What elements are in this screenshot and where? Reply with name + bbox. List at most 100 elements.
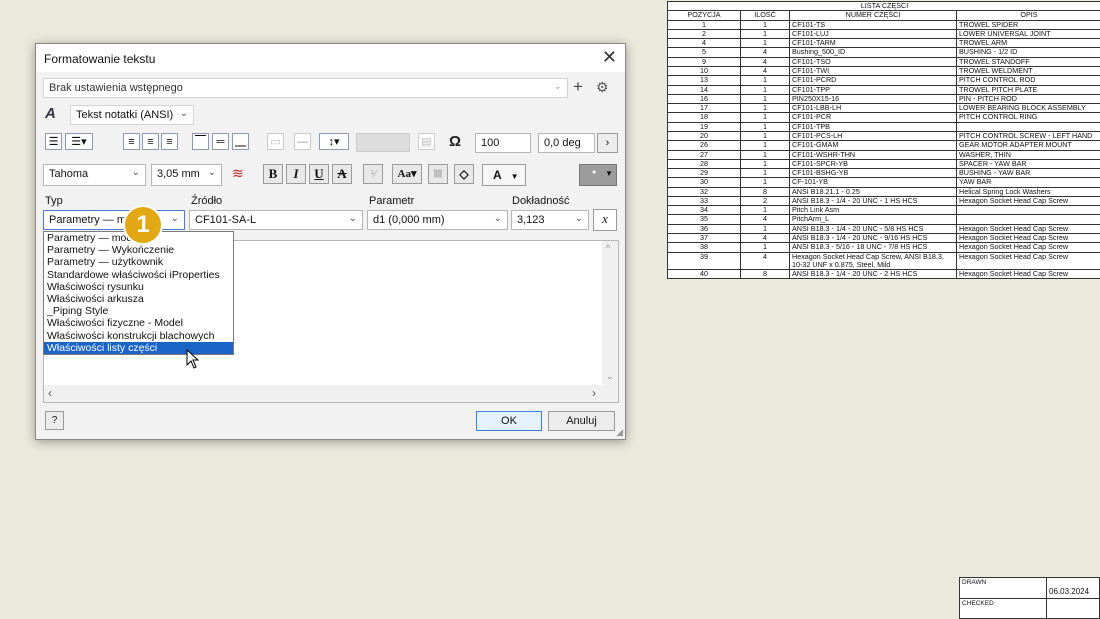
bullet-list-icon[interactable]: ☰ [45, 133, 62, 150]
table-row: 9 4 CF101-TSO TROWEL STANDOFF [667, 56, 1100, 67]
type-option[interactable]: Parametry — Wykończenie [44, 244, 233, 256]
type-option[interactable]: Właściwości fizyczne - Model [44, 317, 233, 329]
italic-button[interactable]: I [286, 164, 306, 184]
type-option[interactable]: _Piping Style [44, 305, 233, 317]
insert-parameter-button[interactable]: x [593, 209, 617, 231]
preset-dropdown[interactable]: Brak ustawienia wstępnego ⌄ [43, 78, 568, 98]
rotation-input[interactable]: 0,0 deg [538, 133, 595, 153]
numbered-list-icon[interactable]: ☰▾ [65, 133, 93, 150]
table-cell: GEAR MOTOR ADAPTER MOUNT [955, 140, 1100, 151]
type-dropdown[interactable]: Parametry — model ⌄ [43, 210, 185, 230]
gear-icon[interactable]: ⚙ [596, 79, 609, 96]
table-row: 40 8 ANSI B18.3 - 1/4 - 20 UNC - 2 HS HCS H… [667, 269, 1100, 280]
spacing-input[interactable]: 100 [475, 133, 531, 153]
precision-dropdown[interactable]: 3,123 ⌄ [511, 210, 589, 230]
font-size-dropdown[interactable]: 3,05 mm ⌄ [151, 164, 222, 186]
table-cell: CF101-PCR [789, 112, 957, 123]
table-cell: CF101-TPP [789, 84, 957, 95]
cancel-button[interactable]: Anuluj [548, 411, 615, 431]
table-row: 16 1 PIN250X15-16 PIN - PITCH ROD [667, 93, 1100, 105]
table-row: 14 1 CF101-TPP TROWEL PITCH PLATE [667, 84, 1100, 95]
table-cell: 10 [667, 65, 741, 77]
type-option[interactable]: Standardowe właściwości iProperties [44, 269, 233, 281]
type-option[interactable]: Właściwości arkusza [44, 293, 233, 305]
case-icon[interactable]: Aa▾ [392, 164, 422, 184]
drawn-label: DRAWN [959, 577, 1047, 599]
type-option[interactable]: Właściwości rysunku [44, 281, 233, 293]
checked-label: CHECKED [959, 598, 1047, 619]
help-button[interactable]: ? [45, 411, 64, 430]
text-style-dropdown[interactable]: Tekst notatki (ANSI) ⌄ [70, 105, 194, 125]
background-color-dropdown[interactable]: ▼ ● [579, 164, 617, 186]
table-cell: TROWEL PITCH PLATE [955, 84, 1100, 95]
spacing-disabled-field [356, 133, 410, 152]
resize-grip-icon[interactable]: ◢ [616, 427, 623, 438]
spacing-icon: Ω [449, 133, 462, 150]
table-cell: 5 [667, 47, 741, 58]
table-cell: 33 [667, 195, 741, 207]
type-option[interactable]: Właściwości konstrukcji blachowych [44, 330, 233, 342]
table-cell: ANSI B18.3 - 1/4 - 20 UNC - 1 HS HCS [789, 195, 957, 207]
table-row: 33 2 ANSI B18.3 - 1/4 - 20 UNC - 1 HS HCS H… [667, 195, 1100, 207]
table-cell: 4 [740, 56, 790, 67]
table-cell: 4 [740, 214, 790, 225]
source-dropdown[interactable]: CF101-SA-L ⌄ [189, 210, 363, 230]
table-cell: 20 [667, 130, 741, 142]
table-cell: CF101-TS [789, 19, 957, 30]
table-cell: 1 [740, 84, 790, 95]
underline-button[interactable]: U [309, 164, 329, 184]
scroll-up-icon[interactable]: ^ [606, 243, 610, 253]
font-dropdown[interactable]: Tahoma ⌄ [43, 164, 146, 186]
parameter-dropdown[interactable]: d1 (0,000 mm) ⌄ [367, 210, 508, 230]
table-cell: 2 [667, 28, 741, 40]
table-cell: 36 [667, 223, 741, 235]
align-top-icon[interactable]: ⎺ [192, 133, 209, 150]
table-cell: 29 [667, 168, 741, 179]
font-color-dropdown[interactable]: A ▼ [482, 164, 526, 186]
chevron-down-icon: ▼ [605, 169, 613, 178]
text-color-stack-icon[interactable]: ≋ [232, 165, 244, 182]
table-cell: TROWEL STANDOFF [955, 56, 1100, 67]
scroll-left-icon[interactable]: ‹ [48, 386, 52, 400]
table-row: 2 1 CF101-LUJ LOWER UNIVERSAL JOINT [667, 28, 1100, 40]
scroll-down-icon[interactable]: ⌄ [606, 371, 614, 382]
add-preset-icon[interactable]: + [573, 77, 583, 97]
table-cell: Hexagon Socket Head Cap Screw [955, 242, 1100, 253]
stack-fraction-icon: ⅟ [363, 164, 383, 184]
font-size-value: 3,05 mm [157, 168, 200, 180]
type-dropdown-list[interactable]: Parametry — model Parametry — Wykończenie… [43, 231, 234, 355]
bold-button[interactable]: B [263, 164, 283, 184]
table-cell: 32 [667, 186, 741, 197]
table-cell: 30 [667, 177, 741, 188]
strikethrough-button[interactable]: A [332, 164, 352, 184]
table-cell: 1 [667, 19, 741, 30]
type-option[interactable]: Właściwości listy części [44, 341, 233, 354]
table-cell: CF101-SPCR-YB [789, 158, 957, 170]
align-bottom-icon[interactable]: ⎽ [232, 133, 249, 150]
table-cell: Bushing_500_ID [789, 47, 957, 58]
align-center-icon[interactable]: ≡ [142, 133, 159, 150]
rotation-arrow-button[interactable]: › [597, 133, 618, 153]
table-cell: CF101-TSO [789, 56, 957, 67]
align-right-icon[interactable]: ≡ [161, 133, 178, 150]
fill-icon[interactable]: ◇ [454, 164, 474, 184]
line-spacing-icon[interactable]: ↕▾ [319, 133, 349, 150]
align-left-icon[interactable]: ≡ [123, 133, 140, 150]
vertical-scrollbar[interactable]: ^ ⌄ [602, 241, 618, 386]
source-label: Źródło [191, 195, 223, 207]
table-cell: TROWEL WELDMENT [955, 65, 1100, 77]
horizontal-scrollbar[interactable]: ‹ › [44, 385, 618, 402]
type-option[interactable]: Parametry — użytkownik [44, 256, 233, 268]
table-row: 10 4 CF101-TWI TROWEL WELDMENT [667, 65, 1100, 77]
align-middle-icon[interactable]: ═ [212, 133, 229, 150]
table-row: 37 4 ANSI B18.3 - 1/4 - 20 UNC - 9/16 HS H… [667, 233, 1100, 244]
table-cell: ANSI B18.3 - 1/4 - 20 UNC - 2 HS HCS [789, 269, 957, 280]
ok-button[interactable]: OK [476, 411, 542, 431]
table-cell: CF101-TARM [789, 38, 957, 49]
chevron-down-icon: ⌄ [493, 213, 502, 224]
close-icon[interactable]: ✕ [602, 47, 617, 68]
scroll-right-icon[interactable]: › [592, 386, 596, 400]
table-cell: 1 [740, 205, 790, 216]
font-value: Tahoma [49, 168, 89, 180]
table-cell: 1 [740, 112, 790, 123]
